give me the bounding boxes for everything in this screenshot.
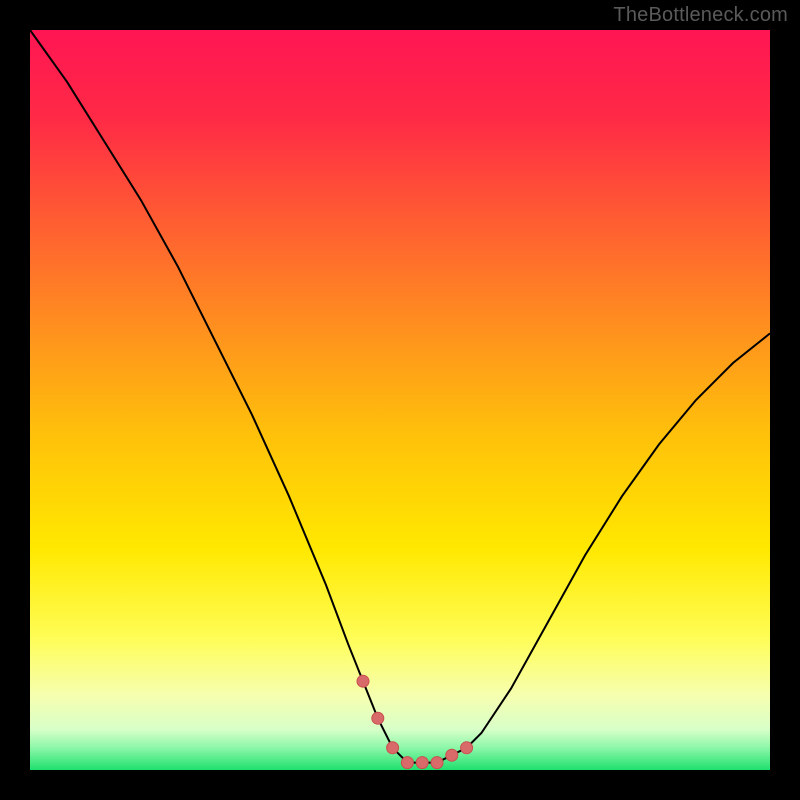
min-marker xyxy=(372,712,384,724)
min-marker xyxy=(357,675,369,687)
plot-area xyxy=(30,30,770,770)
min-marker xyxy=(446,749,458,761)
chart-frame: TheBottleneck.com xyxy=(0,0,800,800)
min-marker xyxy=(387,742,399,754)
watermark-label: TheBottleneck.com xyxy=(613,4,788,27)
chart-svg xyxy=(30,30,770,770)
min-marker xyxy=(401,757,413,769)
min-marker xyxy=(461,742,473,754)
min-marker xyxy=(416,757,428,769)
min-marker xyxy=(431,757,443,769)
gradient-background xyxy=(30,30,770,770)
